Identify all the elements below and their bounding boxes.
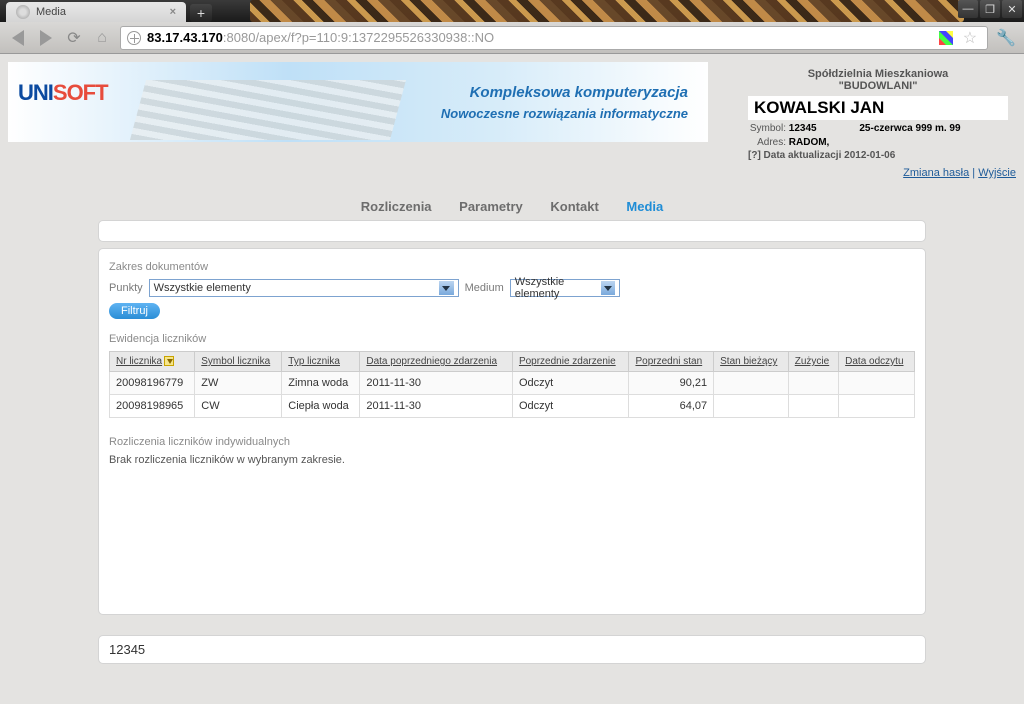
punkty-label: Punkty (109, 282, 143, 294)
cell-typ: Ciepła woda (282, 395, 360, 418)
filter-section-title: Zakres dokumentów (109, 261, 915, 273)
minimize-button[interactable]: — (958, 0, 978, 18)
page-body: UNISOFT Kompleksowa komputeryzacja Nowoc… (0, 54, 1024, 694)
meters-table: Nr licznika Symbol licznika Typ licznika… (109, 351, 915, 418)
col-typ[interactable]: Typ licznika (282, 352, 360, 372)
nav-media[interactable]: Media (626, 199, 663, 214)
cell-data_pop: 2011-11-30 (360, 372, 513, 395)
bookmark-star-icon[interactable]: ☆ (963, 28, 977, 48)
nav-parametry[interactable]: Parametry (459, 199, 523, 214)
chevron-down-icon (439, 281, 454, 295)
table-row: 20098196779ZWZimna woda2011-11-30Odczyt9… (110, 372, 915, 395)
reload-button[interactable]: ⟳ (64, 28, 84, 48)
col-zuzycie[interactable]: Zużycie (788, 352, 838, 372)
close-icon[interactable]: × (170, 6, 176, 18)
browser-tab-active[interactable]: Media × (6, 2, 186, 22)
address-line1: RADOM, (789, 137, 830, 148)
cell-pop_zdarz: Odczyt (512, 395, 629, 418)
banner-line1: Kompleksowa komputeryzacja (470, 84, 688, 101)
filter-button[interactable]: Filtruj (109, 303, 160, 319)
col-pop-stan[interactable]: Poprzedni stan (629, 352, 714, 372)
meters-section-title: Ewidencja liczników (109, 333, 915, 345)
top-links: Zmiana hasła | Wyjście (8, 167, 1016, 179)
browser-toolbar: ⟳ ⌂ 83.17.43.170:8080/apex/f?p=110:9:137… (0, 22, 1024, 54)
cell-data_odcz[interactable] (839, 395, 915, 418)
col-data-odcz[interactable]: Data odczytu (839, 352, 915, 372)
cell-sym: ZW (195, 372, 282, 395)
tab-title: Media (36, 6, 66, 18)
apps-icon[interactable] (939, 31, 953, 45)
update-value: 2012-01-06 (844, 150, 895, 161)
medium-value: Wszystkie elementy (515, 276, 602, 300)
coop-name-1: Spółdzielnia Mieszkaniowa (748, 68, 1008, 80)
cell-pop_stan: 90,21 (629, 372, 714, 395)
new-tab-button[interactable]: + (190, 4, 212, 22)
titlebar-texture (250, 0, 964, 22)
main-nav: Rozliczenia Parametry Kontakt Media (8, 199, 1016, 214)
cell-pop_stan: 64,07 (629, 395, 714, 418)
cell-zuzycie (788, 395, 838, 418)
col-data-pop[interactable]: Data poprzedniego zdarzenia (360, 352, 513, 372)
globe-icon (127, 31, 141, 45)
medium-label: Medium (465, 282, 504, 294)
home-button[interactable]: ⌂ (92, 28, 112, 48)
col-nr[interactable]: Nr licznika (110, 352, 195, 372)
change-password-link[interactable]: Zmiana hasła (903, 167, 969, 179)
cell-nr: 20098196779 (110, 372, 195, 395)
cell-nr: 20098198965 (110, 395, 195, 418)
symbol-label: Symbol: (748, 123, 786, 134)
col-pop-zdarz[interactable]: Poprzednie zdarzenie (512, 352, 629, 372)
nav-kontakt[interactable]: Kontakt (550, 199, 598, 214)
logo: UNISOFT (18, 80, 108, 106)
main-panel: Zakres dokumentów Punkty Wszystkie eleme… (98, 248, 926, 615)
cell-sym: CW (195, 395, 282, 418)
col-symbol[interactable]: Symbol licznika (195, 352, 282, 372)
col-stan-biez[interactable]: Stan bieżący (714, 352, 789, 372)
no-settlements-msg: Brak rozliczenia liczników w wybranym za… (109, 454, 915, 466)
banner-line2: Nowoczesne rozwiązania informatyczne (441, 106, 688, 121)
cell-stan_biez[interactable] (714, 395, 789, 418)
maximize-button[interactable]: ❐ (980, 0, 1000, 18)
address-label: Adres: (748, 137, 786, 148)
window-titlebar: Media × + — ❐ ✕ (0, 0, 1024, 22)
nav-rozliczenia[interactable]: Rozliczenia (361, 199, 432, 214)
close-window-button[interactable]: ✕ (1002, 0, 1022, 18)
footer-panel: 12345 (98, 635, 926, 664)
sort-desc-icon (164, 356, 174, 366)
forward-button[interactable] (36, 28, 56, 48)
triangle-right-icon (40, 30, 52, 46)
medium-select[interactable]: Wszystkie elementy (510, 279, 620, 297)
symbol-value: 12345 (789, 123, 817, 134)
coop-name-2: "BUDOWLANI" (748, 80, 1008, 92)
user-name: KOWALSKI JAN (748, 96, 1008, 120)
url-text: 83.17.43.170:8080/apex/f?p=110:9:1372295… (147, 30, 494, 45)
chevron-down-icon (601, 281, 614, 295)
table-row: 20098198965CWCiepła woda2011-11-30Odczyt… (110, 395, 915, 418)
cell-zuzycie (788, 372, 838, 395)
settings-wrench-icon[interactable]: 🔧 (996, 28, 1016, 48)
cell-pop_zdarz: Odczyt (512, 372, 629, 395)
address-line2: 25-czerwca 999 m. 99 (859, 123, 960, 134)
footer-text: 12345 (109, 642, 145, 657)
punkty-select[interactable]: Wszystkie elementy (149, 279, 459, 297)
cell-typ: Zimna woda (282, 372, 360, 395)
header-banner: UNISOFT Kompleksowa komputeryzacja Nowoc… (8, 62, 708, 142)
breadcrumb-panel (98, 220, 926, 242)
update-label: [?] Data aktualizacji (748, 150, 841, 161)
triangle-left-icon (12, 30, 24, 46)
cell-stan_biez[interactable] (714, 372, 789, 395)
cell-data_odcz[interactable] (839, 372, 915, 395)
back-button[interactable] (8, 28, 28, 48)
cell-data_pop: 2011-11-30 (360, 395, 513, 418)
user-info: Spółdzielnia Mieszkaniowa "BUDOWLANI" KO… (708, 62, 1016, 161)
favicon-icon (16, 5, 30, 19)
url-bar[interactable]: 83.17.43.170:8080/apex/f?p=110:9:1372295… (120, 26, 988, 50)
settlements-section-title: Rozliczenia liczników indywidualnych (109, 436, 915, 448)
keyboard-graphic (130, 80, 406, 140)
logout-link[interactable]: Wyjście (978, 167, 1016, 179)
punkty-value: Wszystkie elementy (154, 282, 251, 294)
